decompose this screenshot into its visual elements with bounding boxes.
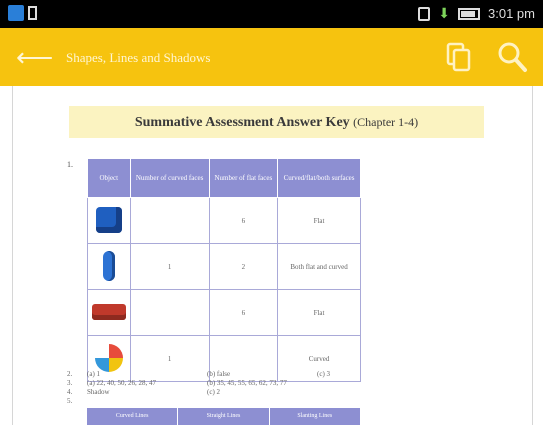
status-bar: ⬇ 3:01 pm [0,0,543,28]
table-header: Number of flat faces [208,158,279,198]
heading-title: Summative Assessment Answer Key [134,115,350,130]
answer-number: 4. [67,388,73,396]
answer-b: (b) false [207,370,231,378]
answer-number: 3. [67,379,73,387]
heading-subtitle: (Chapter 1-4) [353,115,419,129]
answer-row: 5. [67,397,72,405]
answer-c: (c) 3 [317,370,331,378]
table-header: Slanting Lines [270,408,361,425]
table-row: 1 2 Both flat and curved [87,243,361,290]
table-cell [129,197,210,244]
table-header: Object [87,158,131,198]
table-row: 6 Flat [87,197,361,244]
answer-row: 2. (a) 1 (b) false (c) 3 [67,370,330,378]
ball-icon [94,343,123,372]
back-arrow-icon[interactable]: ⟵ [16,44,53,70]
brick-icon [91,303,126,320]
app-icon [8,5,24,21]
answer-b: (b) 35, 45, 55, 65, 62, 73, 77 [207,379,287,387]
table-cell: 1 [129,335,210,382]
copy-icon[interactable] [446,42,472,72]
table-header: Curved/flat/both surfaces [277,158,361,198]
status-icons: ⬇ 3:01 pm [418,5,535,22]
answer-a: (a) 22, 40, 50, 26, 28, 47 [87,379,157,387]
table-row: 6 Flat [87,289,361,336]
answer-row: 4. Shadow (c) 2 [67,388,220,396]
cylinder-icon [102,250,115,281]
answer-b: (c) 2 [207,388,221,396]
object-cell [87,289,131,336]
document-page: Summative Assessment Answer Key (Chapter… [12,86,533,425]
answer-a: Shadow [87,388,110,396]
table-cell: 6 [208,197,279,244]
download-icon: ⬇ [438,5,451,21]
question-number: 1. [67,160,73,169]
table-cell: 6 [208,289,279,336]
object-cell [87,197,131,244]
sd-card-icon [28,6,37,20]
answer-number: 2. [67,370,73,378]
table-cell: 1 [129,243,210,290]
vibrate-icon [418,6,431,21]
status-time: 3:01 pm [488,6,535,21]
table-cell: Flat [277,289,361,336]
answer-key-heading: Summative Assessment Answer Key (Chapter… [69,106,484,138]
table-cell: Both flat and curved [277,243,361,290]
table-header: Curved Lines [87,408,179,425]
page-title: Shapes, Lines and Shadows [66,50,211,65]
cube-icon [95,206,122,233]
lines-table-header: Curved Lines Straight Lines Slanting Lin… [87,408,361,425]
table-cell: Flat [277,197,361,244]
battery-icon [458,7,481,20]
answer-table: Object Number of curved faces Number of … [87,158,361,382]
table-cell [129,289,210,336]
table-header: Number of curved faces [129,158,210,198]
table-cell: 2 [208,243,279,290]
table-header: Straight Lines [178,408,270,425]
app-bar: ⟵ Shapes, Lines and Shadows [0,28,543,86]
search-icon[interactable] [496,40,528,74]
table-header-row: Object Number of curved faces Number of … [87,158,361,198]
answer-row: 3. (a) 22, 40, 50, 26, 28, 47 (b) 35, 45… [67,379,287,387]
answer-number: 5. [67,397,73,405]
answer-a: (a) 1 [87,370,101,378]
object-cell [87,243,131,290]
